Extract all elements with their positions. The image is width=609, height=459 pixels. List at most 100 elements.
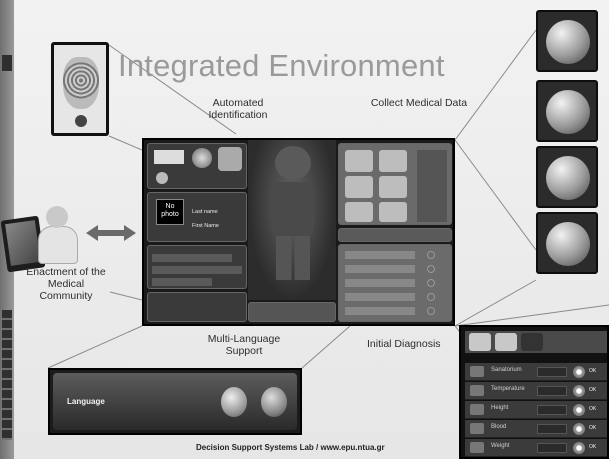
last-name-label: Last name <box>192 209 218 215</box>
history-panel <box>147 245 247 289</box>
diagnosis-row: Sanatorium OK <box>465 363 607 381</box>
label-line: Support <box>225 345 263 357</box>
camera-icon <box>156 172 168 184</box>
row-ok: OK <box>589 444 597 450</box>
device-thumb <box>379 202 407 222</box>
history-row <box>152 254 232 262</box>
doctor-head-icon <box>46 206 68 228</box>
value-input[interactable] <box>537 443 567 453</box>
label-line: Identification <box>208 109 268 121</box>
diagnosis-row: Blood OK <box>465 420 607 438</box>
device-thumb <box>345 176 373 198</box>
row-radio[interactable] <box>573 366 585 378</box>
tab-history[interactable] <box>521 333 543 351</box>
row-ok: OK <box>589 406 597 412</box>
row-name: Blood <box>491 424 507 430</box>
diagnosis-radio <box>427 293 435 301</box>
diagnosis-row <box>345 251 415 259</box>
row-icon <box>470 385 484 396</box>
row-radio[interactable] <box>573 442 585 454</box>
patient-card-panel: No photo Last name First Name <box>147 192 247 242</box>
language-panel-inner: Language <box>53 373 297 430</box>
row-icon <box>470 442 484 453</box>
stethoscope-icon <box>546 20 590 64</box>
identification-panel <box>147 143 247 189</box>
initial-diagnosis-panel: Sanatorium OK Temperature OK Height OK B… <box>459 325 609 459</box>
confirm-icon <box>75 115 87 127</box>
scanner-icon <box>192 148 212 168</box>
stethoscope-tile <box>536 10 598 72</box>
device-sidebar <box>417 150 447 222</box>
central-application-screenshot: No photo Last name First Name <box>142 138 455 326</box>
row-radio[interactable] <box>573 385 585 397</box>
diagnosis-tabs <box>465 331 607 353</box>
fingerprint-device <box>51 42 109 136</box>
label-line: Multi-Language <box>207 333 281 345</box>
label-line: Community <box>39 290 93 302</box>
thermometer-tile <box>536 146 598 208</box>
label-line: Automated <box>212 97 264 109</box>
row-icon <box>470 404 484 415</box>
thermometer-icon <box>546 156 590 200</box>
first-aid-kit-icon <box>546 90 590 134</box>
diagnosis-row <box>345 265 415 273</box>
tab-medical-kit[interactable] <box>469 333 491 351</box>
diagnosis-radio <box>427 279 435 287</box>
row-radio[interactable] <box>573 404 585 416</box>
diagnosis-row: Temperature OK <box>465 382 607 400</box>
tablet-screen <box>5 220 41 266</box>
device-thumb <box>345 150 373 172</box>
label-line: Enactment of the <box>26 266 106 278</box>
fingerprint-screen <box>54 45 106 133</box>
value-input[interactable] <box>537 367 567 377</box>
diagnosis-radio <box>427 251 435 259</box>
blood-pressure-icon <box>546 222 590 266</box>
row-name: Temperature <box>491 386 525 392</box>
child-body-icon <box>272 182 314 236</box>
diagnosis-row <box>345 293 415 301</box>
diagnosis-panel-small <box>338 244 452 322</box>
diagnosis-row: Weight OK <box>465 439 607 457</box>
language-panel: Language <box>48 368 302 435</box>
label-initial-diagnosis: Initial Diagnosis <box>367 338 441 350</box>
photo-text: photo <box>161 211 179 218</box>
tab-notes[interactable] <box>495 333 517 351</box>
side-bar-segment <box>2 310 12 440</box>
device-thumb <box>379 176 407 198</box>
history-row <box>152 278 212 286</box>
slide: Integrated Environment Automated Identif… <box>0 0 609 459</box>
diagnosis-row <box>345 307 415 315</box>
language-label: Language <box>67 397 105 406</box>
footer-credit: Decision Support Systems Lab / www.epu.n… <box>196 443 385 452</box>
child-legs-icon <box>276 236 310 280</box>
first-name-label: First Name <box>192 223 219 229</box>
row-name: Sanatorium <box>491 367 522 373</box>
value-input[interactable] <box>537 386 567 396</box>
device-thumb <box>345 202 373 222</box>
language-flag-icon[interactable] <box>221 387 247 417</box>
label-line: Medical <box>47 278 85 290</box>
doctor-body-icon <box>38 226 78 264</box>
label-automated-identification: Automated Identification <box>190 97 286 121</box>
row-name: Weight <box>491 443 510 449</box>
fingerprint-thumb-icon <box>218 147 242 171</box>
child-head-icon <box>275 146 311 180</box>
fingerprint-icon <box>63 57 99 109</box>
language-flag-disabled-icon[interactable] <box>261 387 287 417</box>
photo-text: No <box>165 203 175 210</box>
diagnosis-row <box>345 279 415 287</box>
child-body-model <box>248 140 336 300</box>
figure-toolbar <box>248 302 336 322</box>
double-arrow-icon <box>86 225 136 241</box>
row-radio[interactable] <box>573 423 585 435</box>
notes-panel <box>147 292 247 322</box>
blood-pressure-tile <box>536 212 598 274</box>
page-title: Integrated Environment <box>118 48 445 83</box>
value-input[interactable] <box>537 424 567 434</box>
label-multi-language: Multi-Language Support <box>196 333 292 357</box>
diagnosis-row: Height OK <box>465 401 607 419</box>
value-input[interactable] <box>537 405 567 415</box>
row-ok: OK <box>589 368 597 374</box>
diagnosis-tabs-small <box>338 228 452 242</box>
row-icon <box>470 366 484 377</box>
